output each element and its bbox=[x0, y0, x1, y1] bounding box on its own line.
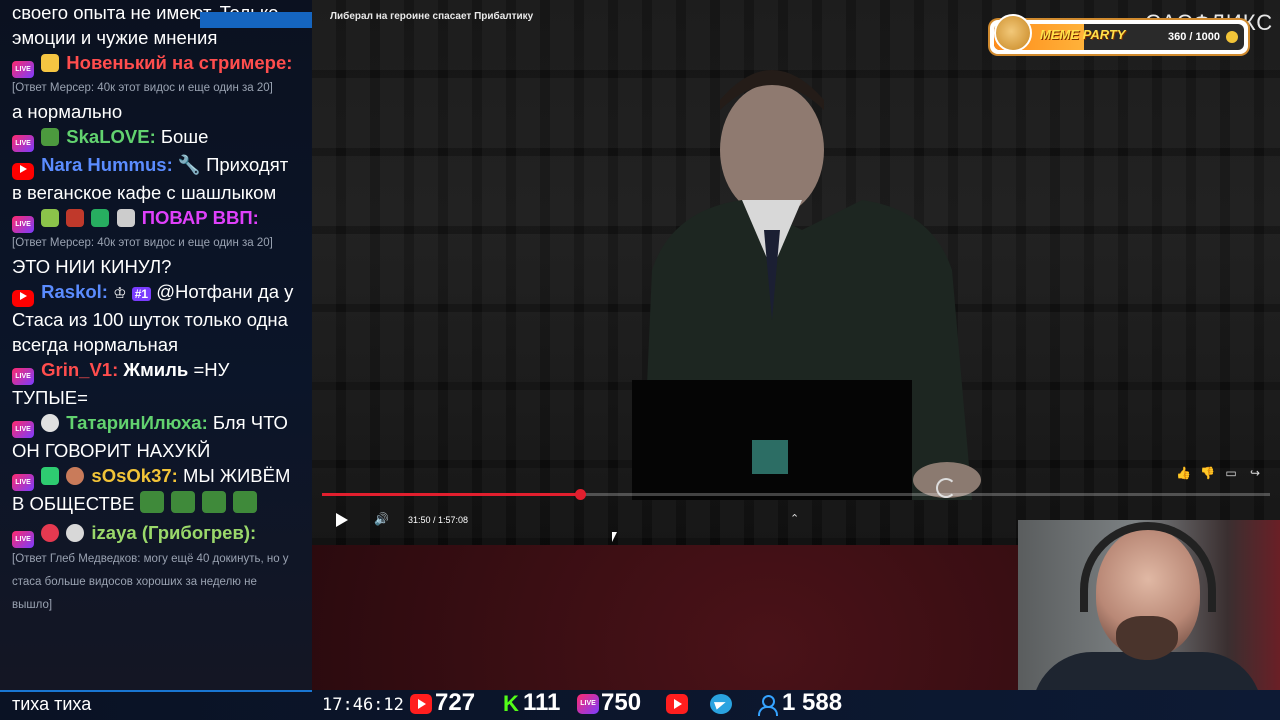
share-icon[interactable]: ↪ bbox=[1248, 466, 1262, 480]
emoji-icon bbox=[41, 467, 60, 485]
video-title: Либерал на героине спасает Прибалтику bbox=[330, 11, 534, 22]
video-actions: 👍 👎 ▭ ↪ bbox=[1176, 466, 1262, 480]
message-text: Боше bbox=[160, 126, 209, 147]
chat-message: LIVE ПОВАР ВВП: [Ответ Мерсер: 40к этот … bbox=[0, 205, 312, 279]
live-badge-icon: LIVE bbox=[12, 474, 34, 491]
gift-icon bbox=[91, 209, 110, 227]
youtube-viewers: 727 bbox=[435, 689, 476, 716]
emoji-icon bbox=[41, 414, 60, 432]
reply-quote: [Ответ Мерсер: 40к этот видос и еще один… bbox=[12, 82, 273, 94]
emote-icon bbox=[170, 491, 195, 513]
emote-icon bbox=[201, 491, 226, 513]
live-badge-icon: LIVE bbox=[12, 421, 34, 438]
chat-message: LIVE Новенький на стримере: [Ответ Мерсе… bbox=[0, 50, 312, 124]
viewers-icon bbox=[756, 694, 778, 716]
like-icon[interactable]: 👍 bbox=[1176, 466, 1191, 480]
message-text: а нормально bbox=[12, 101, 123, 122]
chevron-up-icon[interactable]: ⌃ bbox=[790, 512, 799, 525]
headphones-icon bbox=[1080, 522, 1216, 612]
video-player[interactable]: Либерал на героине спасает Прибалтику 👍 … bbox=[312, 0, 1280, 545]
webcam-beard bbox=[1116, 616, 1178, 660]
rank-badge: #1 bbox=[131, 287, 152, 301]
doge-icon bbox=[994, 14, 1032, 52]
chat-message: LIVE sOsOk37: МЫ ЖИВЁМ В ОБЩЕСТВЕ bbox=[0, 463, 312, 516]
emote-icon bbox=[232, 491, 257, 513]
video-progress-bar[interactable] bbox=[322, 489, 1270, 500]
crown-icon: ♔ bbox=[113, 285, 127, 302]
volume-icon[interactable]: 🔊 bbox=[374, 512, 389, 526]
reply-quote: [Ответ Глеб Медведков: могу ещё 40 докин… bbox=[12, 553, 289, 611]
chat-username[interactable]: Новенький на стримере: bbox=[66, 52, 292, 73]
mouse-cursor-icon bbox=[612, 532, 617, 542]
youtube-icon bbox=[410, 694, 432, 714]
kick-icon: K bbox=[503, 691, 519, 716]
video-time: 31:50 / 1:57:08 bbox=[408, 515, 469, 525]
emoji-icon bbox=[66, 467, 85, 485]
live-badge-icon: LIVE bbox=[12, 61, 34, 78]
youtube-icon bbox=[666, 694, 688, 714]
message-bold-text: Жмиль bbox=[123, 359, 189, 380]
emoji-icon bbox=[41, 128, 60, 146]
live-icon: LIVE bbox=[577, 694, 599, 714]
chat-panel[interactable]: своего опыта не имеют. Только эмоции и ч… bbox=[0, 0, 312, 690]
chat-username[interactable]: ТатаринИлюха: bbox=[66, 412, 207, 433]
emoji-icon bbox=[41, 54, 60, 72]
dislike-icon[interactable]: 👎 bbox=[1200, 466, 1215, 480]
chat-message: LIVE izaya (Грибогрев): [Ответ Глеб Медв… bbox=[0, 520, 312, 617]
chat-accent-strip bbox=[200, 12, 312, 28]
wrench-icon: 🔧 bbox=[177, 154, 201, 175]
chat-message: LIVE ТатаринИлюха: Бля ЧТО ОН ГОВОРИТ НА… bbox=[0, 410, 312, 463]
chat-message: LIVE SkaLOVE: Боше bbox=[0, 124, 312, 152]
emoji-icon bbox=[66, 209, 85, 227]
emoji-icon bbox=[41, 209, 60, 227]
chat-username[interactable]: Raskol: bbox=[41, 281, 108, 302]
coin-icon bbox=[1226, 31, 1238, 43]
live-badge-icon: LIVE bbox=[12, 135, 34, 152]
chat-message: Raskol: ♔ #1 @Нотфани да у Стаса из 100 … bbox=[0, 279, 312, 357]
chat-username[interactable]: Grin_V1: bbox=[41, 359, 118, 380]
comment-icon[interactable]: ▭ bbox=[1224, 466, 1238, 480]
youtube-badge-icon bbox=[12, 290, 34, 307]
play-button[interactable] bbox=[336, 513, 348, 527]
chat-username[interactable]: ПОВАР ВВП: bbox=[142, 207, 259, 228]
chat-username[interactable]: sOsOk37: bbox=[91, 465, 177, 486]
chat-message: Nara Hummus: 🔧 Приходят в веганское кафе… bbox=[0, 152, 312, 205]
chat-username[interactable]: izaya (Грибогрев): bbox=[91, 522, 256, 543]
live-badge-icon: LIVE bbox=[12, 368, 34, 385]
message-text: ЭТО НИИ КИНУЛ? bbox=[12, 256, 172, 277]
meme-party-widget: MEME PARTY 360 / 1000 bbox=[990, 14, 1248, 54]
reply-quote: [Ответ Мерсер: 40к этот видос и еще один… bbox=[12, 237, 273, 249]
youtube-badge-icon bbox=[12, 163, 34, 180]
live-viewers: 750 bbox=[601, 689, 642, 716]
stats-bar-accent bbox=[0, 690, 312, 692]
chat-last-message: тиха тиха bbox=[12, 694, 92, 714]
chat-username[interactable]: SkaLOVE: bbox=[66, 126, 155, 147]
chat-username[interactable]: Nara Hummus: bbox=[41, 154, 173, 175]
emoji-icon bbox=[41, 524, 60, 542]
emoji-icon bbox=[66, 524, 85, 542]
widget-title: MEME PARTY bbox=[1040, 27, 1126, 42]
video-frame-presenter bbox=[632, 70, 981, 500]
progress-scrubber[interactable] bbox=[574, 489, 586, 500]
emote-icon bbox=[139, 491, 164, 513]
stream-layout: своего опыта не имеют. Только эмоции и ч… bbox=[0, 0, 1280, 720]
live-badge-icon: LIVE bbox=[12, 531, 34, 548]
total-viewers: 1 588 bbox=[782, 689, 843, 716]
clock: 17:46:12 bbox=[322, 695, 404, 715]
widget-count: 360 / 1000 bbox=[1168, 31, 1220, 43]
chat-message: LIVE Grin_V1: Жмиль =НУ ТУПЫЕ= bbox=[0, 357, 312, 410]
telegram-icon bbox=[710, 694, 732, 714]
progress-fill bbox=[322, 493, 580, 496]
kick-viewers: 111 bbox=[523, 689, 561, 716]
live-badge-icon: LIVE bbox=[12, 216, 34, 233]
emoji-icon bbox=[116, 209, 135, 227]
